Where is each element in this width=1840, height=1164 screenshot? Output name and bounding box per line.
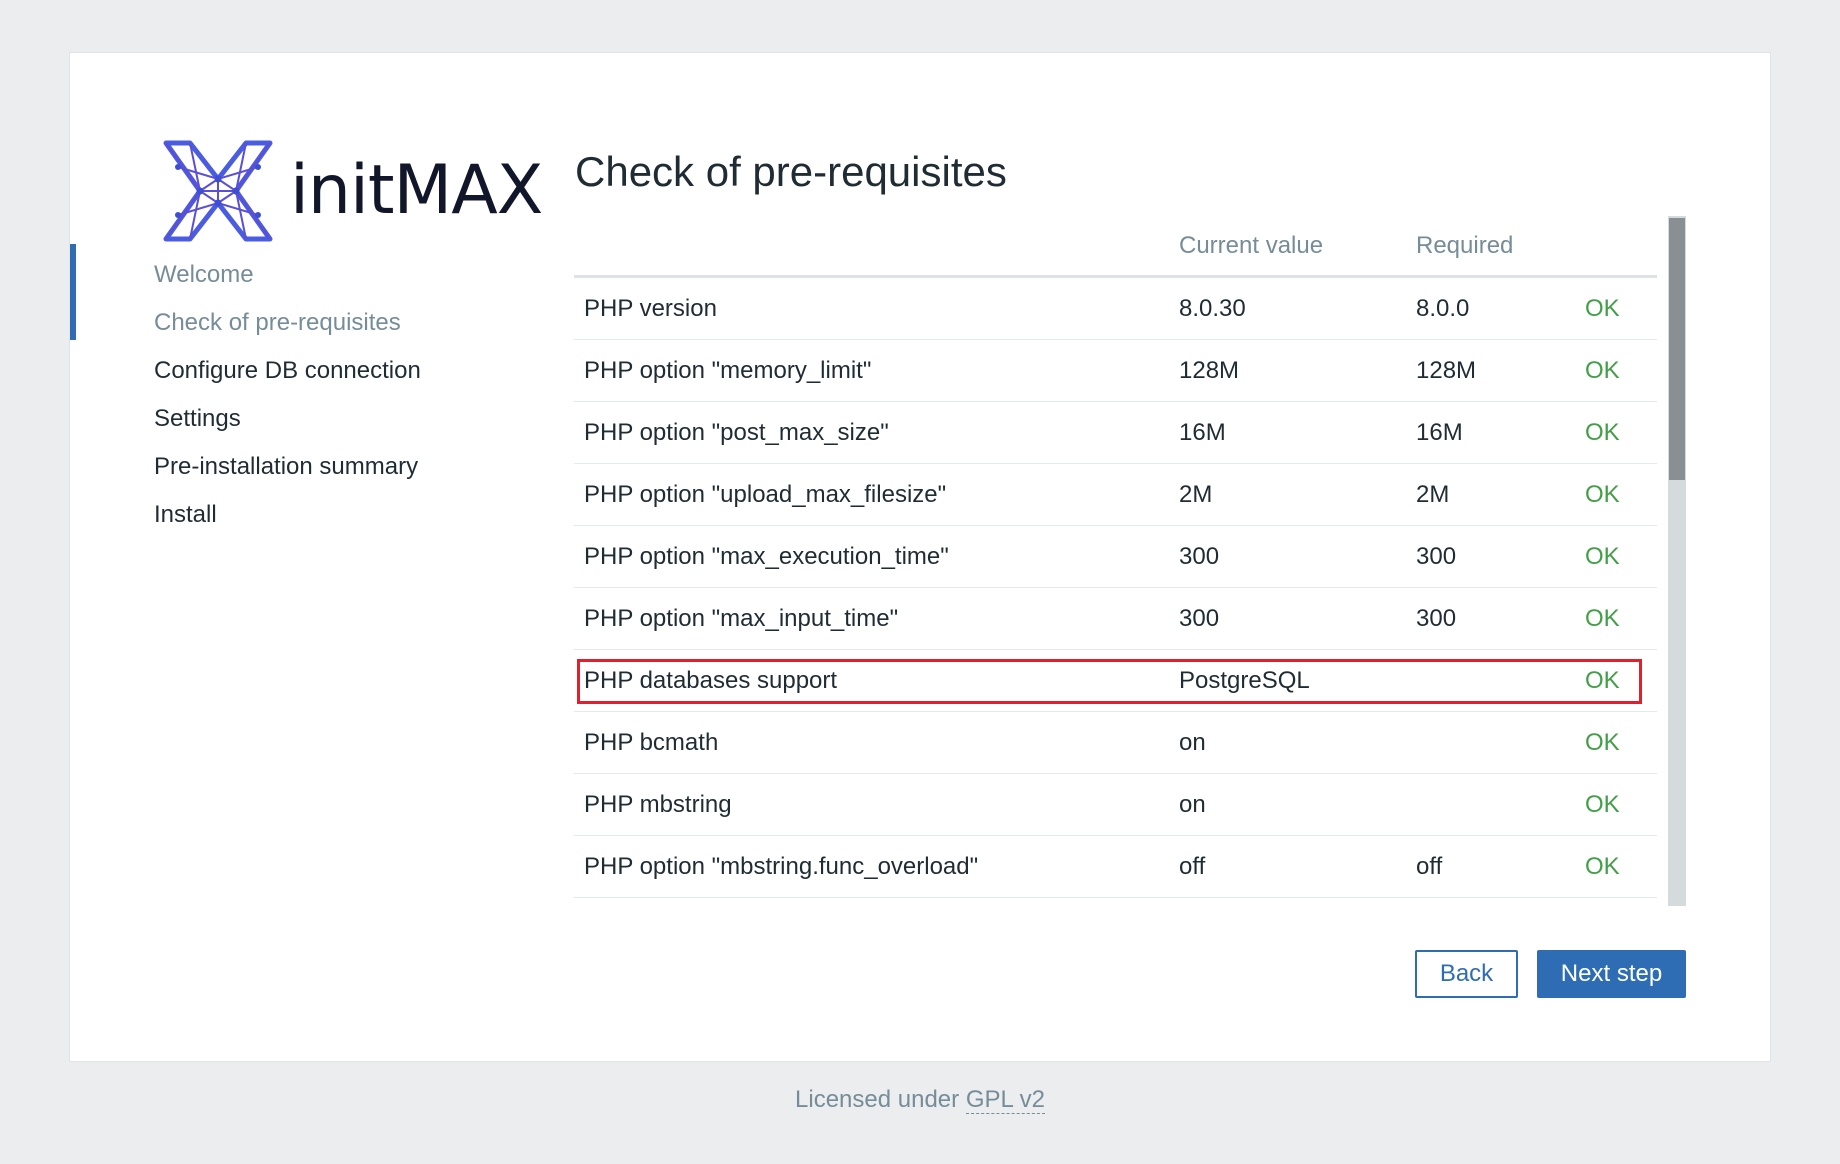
row-name: PHP version — [574, 276, 1169, 340]
row-required: 300 — [1406, 525, 1575, 588]
row-required: 16M — [1406, 401, 1575, 464]
table-row: PHP option "upload_max_filesize" 2M 2M O… — [574, 463, 1657, 526]
back-button[interactable]: Back — [1415, 950, 1518, 998]
prerequisites-table: Current value Required PHP version 8.0.3… — [574, 217, 1657, 898]
row-status: OK — [1575, 401, 1657, 464]
row-current: on — [1169, 711, 1406, 774]
initmax-logo-icon — [163, 140, 273, 242]
table-scrollbar[interactable] — [1668, 216, 1686, 906]
row-required: 8.0.0 — [1406, 276, 1575, 340]
row-required: 128M — [1406, 339, 1575, 402]
logo: initMAX — [162, 139, 543, 243]
row-status: OK — [1575, 339, 1657, 402]
row-current: 300 — [1169, 525, 1406, 588]
row-required — [1406, 711, 1575, 774]
row-name: PHP option "upload_max_filesize" — [574, 463, 1169, 526]
step-check-prerequisites: Check of pre-requisites — [154, 309, 401, 336]
col-header-required: Required — [1406, 217, 1575, 278]
step-settings: Settings — [154, 405, 241, 432]
row-current: PostgreSQL — [1169, 649, 1406, 712]
row-status: OK — [1575, 649, 1657, 712]
row-status: OK — [1575, 276, 1657, 340]
row-name: PHP mbstring — [574, 773, 1169, 836]
table-row: PHP mbstring on OK — [574, 773, 1657, 836]
table-row: PHP option "memory_limit" 128M 128M OK — [574, 339, 1657, 402]
row-required: 2M — [1406, 463, 1575, 526]
row-current: 16M — [1169, 401, 1406, 464]
footer-license: Licensed under GPL v2 — [0, 1086, 1840, 1114]
row-status: OK — [1575, 587, 1657, 650]
row-current: off — [1169, 835, 1406, 898]
table-row: PHP bcmath on OK — [574, 711, 1657, 774]
row-required: 300 — [1406, 587, 1575, 650]
col-header-current-value: Current value — [1169, 217, 1406, 278]
step-install: Install — [154, 501, 217, 528]
col-header-status — [1575, 217, 1657, 278]
row-status: OK — [1575, 463, 1657, 526]
row-current: 128M — [1169, 339, 1406, 402]
row-status: OK — [1575, 525, 1657, 588]
table-row: PHP option "mbstring.func_overload" off … — [574, 835, 1657, 898]
row-status: OK — [1575, 835, 1657, 898]
step-pre-installation-summary: Pre-installation summary — [154, 453, 419, 480]
page-title: Check of pre-requisites — [575, 148, 1007, 195]
setup-steps-nav: Welcome Check of pre-requisites Configur… — [154, 251, 421, 539]
col-header-name — [574, 217, 1169, 278]
step-configure-db: Configure DB connection — [154, 357, 421, 384]
row-current: 300 — [1169, 587, 1406, 650]
next-step-button[interactable]: Next step — [1537, 950, 1686, 998]
row-required — [1406, 773, 1575, 836]
brand-name: initMAX — [290, 151, 543, 230]
table-row: PHP option "max_input_time" 300 300 OK — [574, 587, 1657, 650]
gpl-license-link[interactable]: GPL v2 — [965, 1086, 1045, 1114]
table-row: PHP option "post_max_size" 16M 16M OK — [574, 401, 1657, 464]
row-name: PHP option "memory_limit" — [574, 339, 1169, 402]
row-name: PHP option "max_input_time" — [574, 587, 1169, 650]
scrollbar-thumb[interactable] — [1669, 218, 1685, 480]
table-row-highlighted: PHP databases support PostgreSQL OK — [574, 649, 1657, 712]
table-row: PHP option "max_execution_time" 300 300 … — [574, 525, 1657, 588]
row-name: PHP option "post_max_size" — [574, 401, 1169, 464]
row-name: PHP bcmath — [574, 711, 1169, 774]
row-status: OK — [1575, 773, 1657, 836]
row-name: PHP option "max_execution_time" — [574, 525, 1169, 588]
row-current: 2M — [1169, 463, 1406, 526]
table-row: PHP version 8.0.30 8.0.0 OK — [574, 276, 1657, 340]
row-required: off — [1406, 835, 1575, 898]
row-name: PHP databases support — [574, 649, 1169, 712]
table-header-row: Current value Required — [574, 217, 1657, 278]
current-step-indicator — [70, 244, 76, 340]
row-current: 8.0.30 — [1169, 276, 1406, 340]
row-required — [1406, 649, 1575, 712]
step-welcome: Welcome — [154, 261, 254, 288]
row-status: OK — [1575, 711, 1657, 774]
prerequisites-table-container[interactable]: Current value Required PHP version 8.0.3… — [574, 217, 1680, 907]
row-current: on — [1169, 773, 1406, 836]
footer-license-text: Licensed under — [795, 1086, 966, 1113]
row-name: PHP option "mbstring.func_overload" — [574, 835, 1169, 898]
